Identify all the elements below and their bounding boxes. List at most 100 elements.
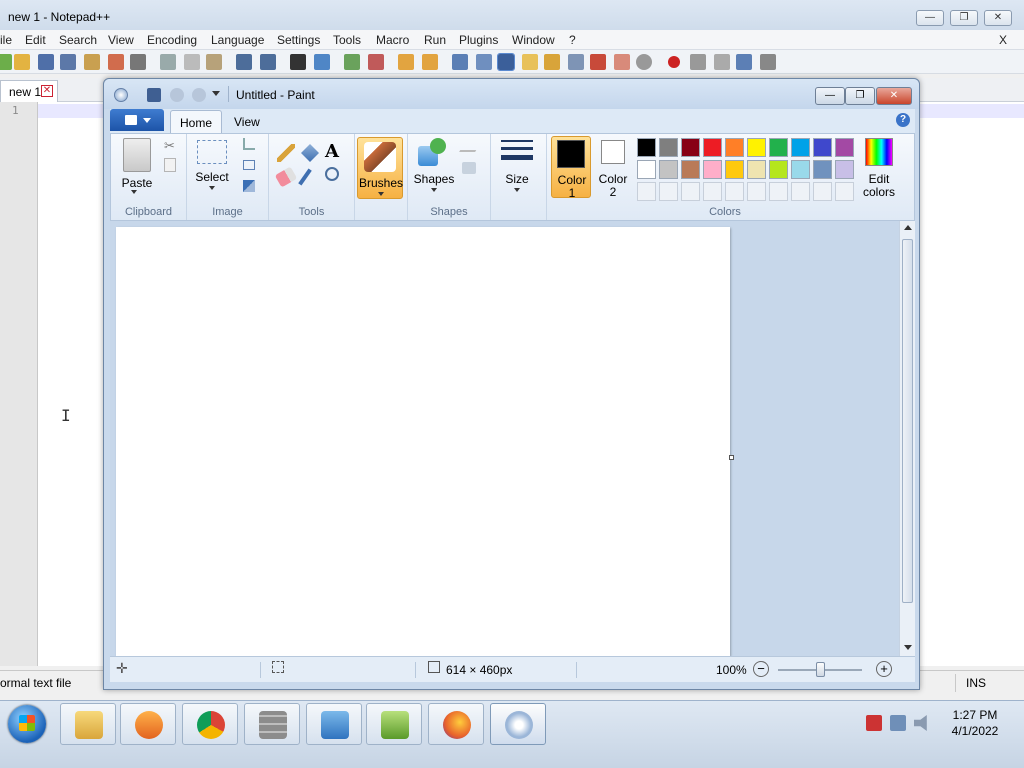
palette-swatch[interactable]: [813, 138, 832, 157]
text-icon[interactable]: A: [325, 141, 339, 162]
select-icon[interactable]: [197, 140, 227, 164]
sync-vertical-icon[interactable]: [398, 54, 414, 70]
undo-icon[interactable]: [236, 54, 252, 70]
chevron-down-icon[interactable]: [131, 190, 137, 194]
taskbar-firewall[interactable]: [244, 703, 300, 745]
paint-file-menu-button[interactable]: [110, 109, 164, 131]
tab-new-1[interactable]: new 1 ✕: [0, 80, 58, 102]
paste-icon[interactable]: [123, 138, 151, 172]
palette-swatch[interactable]: [747, 160, 766, 179]
palette-swatch[interactable]: [791, 160, 810, 179]
rotate-icon[interactable]: [243, 180, 255, 192]
menu-tools[interactable]: Tools: [333, 33, 361, 47]
indent-guide-icon[interactable]: [497, 53, 515, 71]
palette-empty-swatch[interactable]: [703, 182, 722, 201]
palette-empty-swatch[interactable]: [747, 182, 766, 201]
paint-close-button[interactable]: ✕: [876, 87, 912, 105]
help-icon[interactable]: ?: [896, 113, 910, 127]
menu-close-document[interactable]: X: [999, 33, 1007, 47]
find-icon[interactable]: [290, 54, 306, 70]
paint-minimize-button[interactable]: —: [815, 87, 845, 105]
function-list-icon[interactable]: [568, 54, 584, 70]
monitoring-icon[interactable]: [614, 54, 630, 70]
close-file-icon[interactable]: [84, 54, 100, 70]
menu-search[interactable]: Search: [59, 33, 97, 47]
user-language-icon[interactable]: [522, 54, 538, 70]
menu-settings[interactable]: Settings: [277, 33, 320, 47]
palette-swatch[interactable]: [703, 138, 722, 157]
new-file-icon[interactable]: [0, 54, 12, 70]
volume-icon[interactable]: [914, 715, 927, 731]
record-macro-icon[interactable]: [668, 56, 680, 68]
taskbar-firefox[interactable]: [428, 703, 484, 745]
menu-language[interactable]: Language: [211, 33, 264, 47]
pencil-icon[interactable]: [277, 144, 295, 162]
drawing-canvas[interactable]: [116, 227, 730, 656]
cut-icon[interactable]: ✂: [164, 138, 176, 153]
crop-icon[interactable]: [243, 138, 255, 150]
palette-swatch[interactable]: [659, 138, 678, 157]
zoom-slider-thumb[interactable]: [816, 662, 825, 677]
zoom-in-icon[interactable]: +: [876, 661, 892, 677]
undo-icon[interactable]: [170, 88, 184, 102]
show-all-characters-icon[interactable]: [476, 54, 492, 70]
action-center-icon[interactable]: [866, 715, 882, 731]
paste-icon[interactable]: [206, 54, 222, 70]
scroll-up-icon[interactable]: [904, 225, 912, 230]
menu-help[interactable]: ?: [569, 33, 576, 47]
copy-icon[interactable]: [164, 158, 176, 172]
start-button[interactable]: [8, 705, 46, 743]
redo-icon[interactable]: [260, 54, 276, 70]
doc-map-icon[interactable]: [544, 54, 560, 70]
edit-colors-button[interactable]: Edit colors: [859, 136, 899, 199]
notepadpp-close-button[interactable]: ✕: [984, 10, 1012, 26]
taskbar-chrome[interactable]: [182, 703, 238, 745]
menu-run[interactable]: Run: [424, 33, 446, 47]
print-icon[interactable]: [130, 54, 146, 70]
taskbar-notepadpp[interactable]: [366, 703, 422, 745]
palette-empty-swatch[interactable]: [835, 182, 854, 201]
color-picker-icon[interactable]: [298, 168, 312, 186]
taskbar-media-player[interactable]: [120, 703, 176, 745]
eraser-icon[interactable]: [274, 166, 298, 188]
save-macro-icon[interactable]: [760, 54, 776, 70]
select-button[interactable]: Select: [191, 170, 233, 184]
palette-swatch[interactable]: [769, 138, 788, 157]
zoom-out-icon[interactable]: [368, 54, 384, 70]
size-icon[interactable]: [501, 140, 533, 142]
play-macro-icon[interactable]: [714, 54, 730, 70]
palette-empty-swatch[interactable]: [681, 182, 700, 201]
palette-swatch[interactable]: [835, 160, 854, 179]
cut-icon[interactable]: [160, 54, 176, 70]
palette-swatch[interactable]: [725, 138, 744, 157]
menu-window[interactable]: Window: [512, 33, 555, 47]
tab-close-icon[interactable]: ✕: [41, 85, 53, 97]
folder-workspace-icon[interactable]: [590, 54, 606, 70]
copy-icon[interactable]: [184, 54, 200, 70]
notepadpp-minimize-button[interactable]: —: [916, 10, 944, 26]
fill-icon[interactable]: [462, 162, 476, 174]
play-multiple-macro-icon[interactable]: [736, 54, 752, 70]
stop-macro-icon[interactable]: [690, 54, 706, 70]
chevron-down-icon[interactable]: [431, 188, 437, 192]
redo-icon[interactable]: [192, 88, 206, 102]
taskbar-paint[interactable]: [490, 703, 546, 745]
palette-swatch[interactable]: [813, 160, 832, 179]
save-all-icon[interactable]: [60, 54, 76, 70]
save-icon[interactable]: [38, 54, 54, 70]
menu-encoding[interactable]: Encoding: [147, 33, 197, 47]
palette-swatch[interactable]: [725, 160, 744, 179]
word-wrap-icon[interactable]: [452, 54, 468, 70]
system-clock[interactable]: 1:27 PM 4/1/2022: [946, 707, 1004, 739]
chevron-down-icon[interactable]: [209, 186, 215, 190]
open-file-icon[interactable]: [14, 54, 30, 70]
menu-view[interactable]: View: [108, 33, 134, 47]
save-icon[interactable]: [147, 88, 161, 102]
palette-swatch[interactable]: [769, 160, 788, 179]
size-button[interactable]: Size: [497, 172, 537, 186]
canvas-resize-handle[interactable]: [729, 455, 734, 460]
shapes-button[interactable]: Shapes: [410, 172, 458, 186]
menu-plugins[interactable]: Plugins: [459, 33, 498, 47]
palette-swatch[interactable]: [681, 160, 700, 179]
tab-view[interactable]: View: [234, 115, 260, 129]
